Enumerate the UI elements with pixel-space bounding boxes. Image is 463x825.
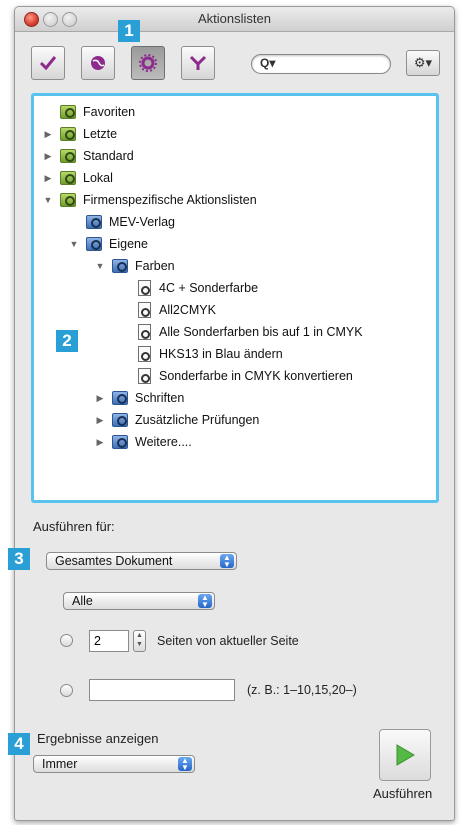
action-document-icon: [138, 368, 151, 384]
run-button-label: Ausführen: [373, 786, 433, 801]
action-document-icon: [138, 280, 151, 296]
disclosure-collapsed-icon[interactable]: ▶: [94, 393, 106, 404]
check-filter-button[interactable]: [31, 46, 65, 80]
disclosure-collapsed-icon[interactable]: ▶: [94, 415, 106, 426]
tree-item[interactable]: ▶ Zusätzliche Prüfungen: [94, 410, 259, 430]
tree-item-label: Alle Sonderfarben bis auf 1 in CMYK: [159, 325, 363, 339]
blue-action-folder-icon: [112, 435, 128, 449]
blue-action-folder-icon: [112, 391, 128, 405]
tree-item[interactable]: Alle Sonderfarben bis auf 1 in CMYK: [120, 322, 363, 342]
blue-action-folder-icon: [86, 237, 102, 251]
run-button[interactable]: [379, 729, 431, 781]
run-for-label: Ausführen für:: [33, 519, 115, 534]
globe-icon: [91, 56, 105, 70]
pages-count-radio[interactable]: [60, 634, 73, 647]
pages-count-input[interactable]: 2: [89, 630, 129, 652]
green-action-folder-icon: [60, 171, 76, 185]
tree-item-label: Eigene: [109, 237, 148, 251]
page-range-hint: (z. B.: 1–10,15,20–): [247, 683, 357, 697]
green-action-folder-icon: [60, 127, 76, 141]
tree-item-label: Sonderfarbe in CMYK konvertieren: [159, 369, 353, 383]
results-select[interactable]: Immer ▲ ▼: [33, 755, 195, 773]
tree-item[interactable]: Favoriten: [42, 102, 135, 122]
disclosure-collapsed-icon[interactable]: ▶: [42, 173, 54, 184]
gear-menu-icon: ⚙▾: [413, 55, 433, 70]
disclosure-expanded-icon[interactable]: ▼: [68, 239, 80, 249]
global-filter-button[interactable]: [81, 46, 115, 80]
blue-action-folder-icon: [112, 413, 128, 427]
window-title: Aktionslisten: [198, 11, 271, 26]
action-document-icon: [138, 346, 151, 362]
tree-item[interactable]: 4C + Sonderfarbe: [120, 278, 258, 298]
checkmark-icon: [39, 56, 57, 71]
search-icon[interactable]: Q▾: [260, 56, 275, 70]
tree-item-label: Favoriten: [83, 105, 136, 119]
callout-marker-4: 4: [8, 733, 30, 755]
results-select-value: Immer: [42, 757, 78, 771]
tree-item-label: 4C + Sonderfarbe: [159, 281, 259, 295]
disclosure-collapsed-icon[interactable]: ▶: [42, 151, 54, 162]
tree-item-label: Standard: [83, 149, 134, 163]
disclosure-expanded-icon[interactable]: ▼: [42, 195, 54, 205]
pages-select-value: Alle: [72, 594, 93, 608]
action-lists-window: Aktionslisten Q▾ ⚙▾ Favoriten ▶ Letzte ▶ Sta…: [14, 6, 455, 821]
disclosure-expanded-icon[interactable]: ▼: [94, 261, 106, 271]
pages-count-stepper[interactable]: ▲ ▼: [133, 630, 146, 652]
filter-button[interactable]: [181, 46, 215, 80]
green-action-folder-icon: [60, 105, 76, 119]
action-document-icon: [138, 324, 151, 340]
gear-icon: [139, 54, 157, 72]
callout-marker-1: 1: [118, 20, 140, 42]
tree-item-label: Zusätzliche Prüfungen: [135, 413, 260, 427]
select-arrows-icon: ▲ ▼: [220, 554, 234, 569]
action-document-icon: [138, 302, 151, 318]
tree-item[interactable]: ▶ Lokal: [42, 168, 113, 188]
scope-select-value: Gesamtes Dokument: [55, 554, 173, 568]
tree-item-label: Weitere....: [135, 435, 192, 449]
tree-item[interactable]: MEV-Verlag: [68, 212, 175, 232]
tree-item-label: Lokal: [83, 171, 113, 185]
disclosure-collapsed-icon[interactable]: ▶: [42, 129, 54, 140]
filter-icon: [189, 55, 207, 70]
blue-action-folder-icon: [112, 259, 128, 273]
pages-select[interactable]: Alle ▲ ▼: [63, 592, 215, 610]
tree-item[interactable]: HKS13 in Blau ändern: [120, 344, 283, 364]
tree-item[interactable]: ▼ Eigene: [68, 234, 148, 254]
page-range-input[interactable]: [89, 679, 235, 701]
tree-item-label: MEV-Verlag: [109, 215, 176, 229]
tree-item[interactable]: ▼ Farben: [94, 256, 175, 276]
tree-item-label: Letzte: [83, 127, 118, 141]
action-menu-button[interactable]: ⚙▾: [406, 50, 440, 76]
results-label: Ergebnisse anzeigen: [37, 731, 159, 746]
tree-item[interactable]: Sonderfarbe in CMYK konvertieren: [120, 366, 353, 386]
select-arrows-icon: ▲ ▼: [198, 594, 212, 609]
green-action-folder-icon: [60, 193, 76, 207]
tree-item[interactable]: ▶ Weitere....: [94, 432, 192, 452]
tree-item[interactable]: All2CMYK: [120, 300, 216, 320]
pages-count-suffix: Seiten von aktueller Seite: [157, 634, 299, 648]
callout-marker-2: 2: [56, 330, 78, 352]
title-bar: Aktionslisten: [15, 7, 454, 32]
tree-item-label: HKS13 in Blau ändern: [159, 347, 283, 361]
callout-marker-3: 3: [8, 548, 30, 570]
play-icon: [396, 744, 415, 766]
gear-filter-button[interactable]: [131, 46, 165, 80]
action-list-tree[interactable]: Favoriten ▶ Letzte ▶ Standard ▶ Lokal ▼ Firmensp…: [31, 93, 439, 503]
tree-item[interactable]: ▼ Firmenspezifische Aktionslisten: [42, 190, 257, 210]
select-arrows-icon: ▲ ▼: [178, 757, 192, 772]
tree-item-label: All2CMYK: [159, 303, 216, 317]
green-action-folder-icon: [60, 149, 76, 163]
blue-action-folder-icon: [86, 215, 102, 229]
search-field[interactable]: Q▾: [251, 54, 391, 74]
tree-item[interactable]: ▶ Letzte: [42, 124, 117, 144]
tree-item-label: Farben: [135, 259, 175, 273]
tree-item[interactable]: ▶ Schriften: [94, 388, 184, 408]
page-range-radio[interactable]: [60, 684, 73, 697]
scope-select[interactable]: Gesamtes Dokument ▲ ▼: [46, 552, 237, 570]
disclosure-collapsed-icon[interactable]: ▶: [94, 437, 106, 448]
tree-item[interactable]: ▶ Standard: [42, 146, 134, 166]
tree-item-label: Firmenspezifische Aktionslisten: [83, 193, 257, 207]
tree-item-label: Schriften: [135, 391, 185, 405]
